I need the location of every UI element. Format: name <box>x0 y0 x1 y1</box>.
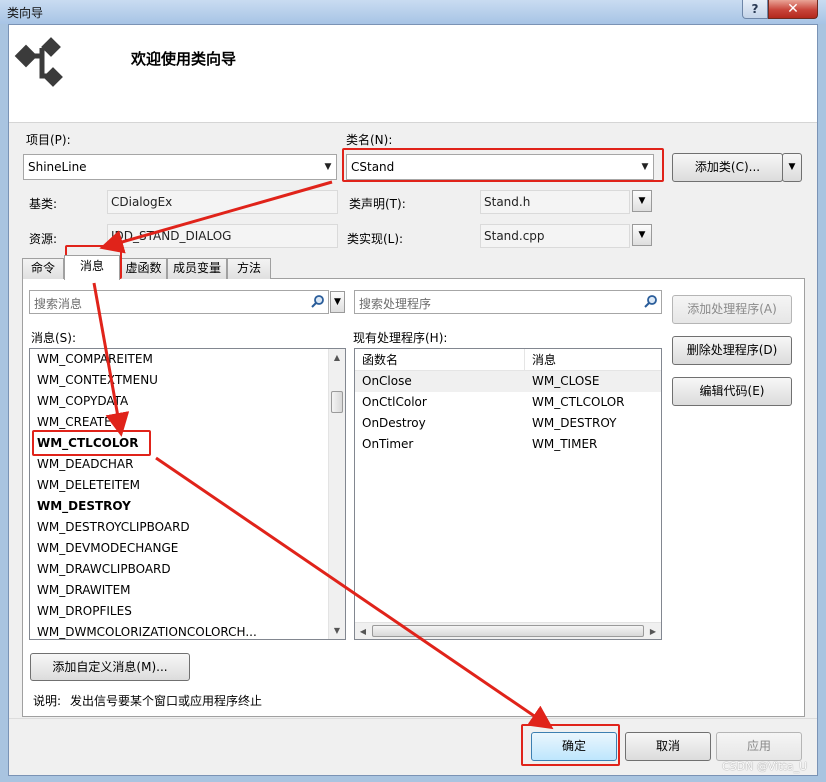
message-list-item[interactable]: WM_DESTROYCLIPBOARD <box>30 517 328 538</box>
description-label: 说明: <box>33 694 62 708</box>
resource-field: IDD_STAND_DIALOG <box>107 224 338 248</box>
class-decl-field: Stand.h <box>480 190 630 214</box>
handler-row[interactable]: OnCtlColor WM_CTLCOLOR <box>355 392 661 413</box>
tab-methods[interactable]: 方法 <box>227 258 271 279</box>
handler-message: WM_CTLCOLOR <box>532 395 625 409</box>
annotation-box-classname <box>342 148 664 182</box>
message-list-item[interactable]: WM_DELETEITEM <box>30 475 328 496</box>
add-class-button[interactable]: 添加类(C)... <box>672 153 783 182</box>
message-list-scrollbar[interactable]: ▲ ▼ <box>328 349 345 639</box>
base-class-field: CDialogEx <box>107 190 338 214</box>
message-list[interactable]: WM_COMPAREITEM WM_CONTEXTMENU WM_COPYDATA W… <box>29 348 346 640</box>
cancel-button[interactable]: 取消 <box>625 732 711 761</box>
message-list-item[interactable]: WM_DWMCOLORIZATIONCOLORCH... <box>30 622 328 643</box>
handler-row[interactable]: OnDestroy WM_DESTROY <box>355 413 661 434</box>
message-list-item[interactable]: WM_DEADCHAR <box>30 454 328 475</box>
class-wizard-icon <box>14 37 63 87</box>
edit-code-button[interactable]: 编辑代码(E) <box>672 377 792 406</box>
class-decl-label: 类声明(T): <box>349 197 406 211</box>
message-search-input[interactable]: 搜索消息 <box>29 290 329 314</box>
classname-label: 类名(N): <box>346 133 393 147</box>
close-button[interactable]: ✕ <box>768 0 818 19</box>
search-icon[interactable] <box>644 294 658 308</box>
message-list-item[interactable]: WM_DRAWCLIPBOARD <box>30 559 328 580</box>
base-class-label: 基类: <box>29 197 58 211</box>
message-list-item[interactable]: WM_DESTROY <box>30 496 328 517</box>
project-label: 项目(P): <box>26 133 71 147</box>
class-decl-dropdown[interactable]: ▼ <box>632 190 652 212</box>
handler-function-name: OnDestroy <box>362 416 426 430</box>
scroll-thumb[interactable] <box>372 625 644 637</box>
window-title: 类向导 <box>7 6 44 20</box>
handler-search-input[interactable]: 搜索处理程序 <box>354 290 662 314</box>
column-message[interactable]: 消息 <box>525 349 556 371</box>
annotation-box-ok <box>521 724 620 766</box>
tab-messages[interactable]: 消息 <box>64 255 120 280</box>
message-filter-dropdown[interactable]: ▼ <box>330 291 345 313</box>
scroll-down-icon[interactable]: ▼ <box>329 622 345 639</box>
handler-list-hscrollbar[interactable]: ◀ ▶ <box>355 622 661 639</box>
resource-label: 资源: <box>29 232 58 246</box>
add-class-dropdown[interactable]: ▼ <box>782 153 802 182</box>
class-impl-label: 类实现(L): <box>347 232 404 246</box>
project-combo[interactable]: ShineLine ▼ <box>23 154 337 180</box>
delete-handler-button[interactable]: 删除处理程序(D) <box>672 336 792 365</box>
handler-function-name: OnCtlColor <box>362 395 427 409</box>
project-value: ShineLine <box>28 160 87 174</box>
help-button[interactable]: ? <box>742 0 768 19</box>
handler-function-name: OnClose <box>362 374 412 388</box>
message-list-item[interactable]: WM_CONTEXTMENU <box>30 370 328 391</box>
description-text: 发出信号要某个窗口或应用程序终止 <box>70 694 263 708</box>
chevron-down-icon: ▼ <box>324 162 332 172</box>
message-list-item[interactable]: WM_COPYDATA <box>30 391 328 412</box>
messages-list-label: 消息(S): <box>31 331 77 345</box>
title-bar[interactable] <box>0 0 826 24</box>
handler-message: WM_TIMER <box>532 437 598 451</box>
watermark: CSDN @Vitta_U <box>722 760 808 773</box>
handler-list-header: 函数名 消息 <box>355 349 661 371</box>
search-icon[interactable] <box>311 294 325 308</box>
add-handler-button[interactable]: 添加处理程序(A) <box>672 295 792 324</box>
footer-divider <box>9 718 817 719</box>
message-list-item[interactable]: WM_DEVMODECHANGE <box>30 538 328 559</box>
column-function-name[interactable]: 函数名 <box>355 349 525 371</box>
add-custom-message-button[interactable]: 添加自定义消息(M)... <box>30 653 190 681</box>
apply-button[interactable]: 应用 <box>716 732 802 761</box>
class-impl-field: Stand.cpp <box>480 224 630 248</box>
annotation-box-ctlcolor <box>32 430 151 456</box>
handlers-list-label: 现有处理程序(H): <box>353 331 448 345</box>
handler-message: WM_DESTROY <box>532 416 617 430</box>
scroll-up-icon[interactable]: ▲ <box>329 349 345 366</box>
handler-message: WM_CLOSE <box>532 374 600 388</box>
message-list-item[interactable]: WM_DRAWITEM <box>30 580 328 601</box>
tab-commands[interactable]: 命令 <box>22 258 64 279</box>
handler-row[interactable]: OnClose WM_CLOSE <box>355 371 661 392</box>
handler-function-name: OnTimer <box>362 437 414 451</box>
scroll-right-icon[interactable]: ▶ <box>645 623 661 640</box>
tab-member-variables[interactable]: 成员变量 <box>167 258 227 279</box>
handler-list[interactable]: 函数名 消息 OnClose WM_CLOSE OnCtlColor WM_CTLCO… <box>354 348 662 640</box>
message-list-item[interactable]: WM_DROPFILES <box>30 601 328 622</box>
wizard-header <box>9 25 817 123</box>
class-impl-dropdown[interactable]: ▼ <box>632 224 652 246</box>
tab-virtual-functions[interactable]: 虚函数 <box>120 258 167 279</box>
handler-row[interactable]: OnTimer WM_TIMER <box>355 434 661 455</box>
message-list-item[interactable]: WM_COMPAREITEM <box>30 349 328 370</box>
welcome-title: 欢迎使用类向导 <box>131 50 237 68</box>
scroll-thumb[interactable] <box>331 391 343 413</box>
scroll-left-icon[interactable]: ◀ <box>355 623 371 640</box>
